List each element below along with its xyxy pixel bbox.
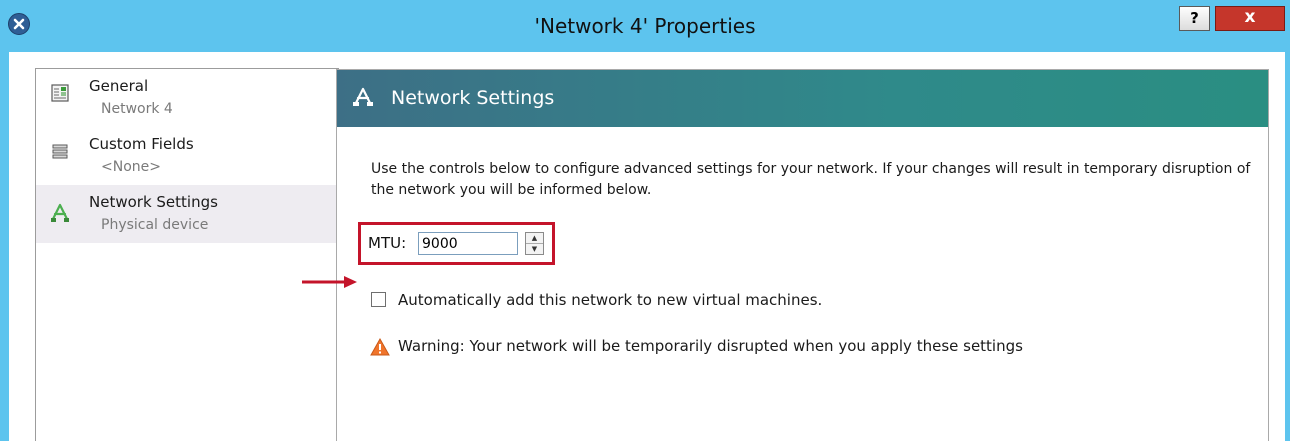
network-icon: [50, 203, 70, 223]
help-button[interactable]: ?: [1179, 6, 1210, 31]
mtu-spinner[interactable]: ▲ ▼: [525, 232, 544, 255]
spinner-down-icon[interactable]: ▼: [526, 244, 543, 254]
nav-item-subtitle: Network 4: [101, 101, 173, 117]
close-button[interactable]: x: [1215, 6, 1285, 31]
network-icon: [352, 87, 374, 107]
description-text: Use the controls below to configure adva…: [371, 161, 1251, 198]
auto-add-checkbox[interactable]: [371, 292, 386, 307]
network-settings-panel: Network Settings Use the controls below …: [336, 69, 1269, 441]
nav-item-subtitle: Physical device: [101, 217, 209, 233]
nav-item-network-settings[interactable]: Network Settings Physical device: [36, 185, 338, 243]
mtu-input[interactable]: [418, 232, 518, 255]
warning-icon: [370, 337, 390, 356]
nav-item-custom-fields[interactable]: Custom Fields <None>: [36, 127, 338, 185]
nav-item-subtitle: <None>: [101, 159, 161, 175]
nav-item-label: Custom Fields: [89, 135, 194, 153]
spinner-up-icon[interactable]: ▲: [526, 233, 543, 244]
nav-item-label: Network Settings: [89, 193, 218, 211]
nav-item-label: General: [89, 77, 149, 95]
title-bar: 'Network 4' Properties ? x: [0, 0, 1290, 52]
warning-text: Warning: Your network will be temporaril…: [398, 337, 1023, 355]
list-icon: [50, 141, 70, 161]
properties-window: 'Network 4' Properties ? x General Netwo…: [0, 0, 1290, 441]
panel-title: Network Settings: [391, 87, 555, 109]
window-title: 'Network 4' Properties: [534, 14, 756, 38]
annotation-arrow-icon: [302, 276, 357, 288]
mtu-label: MTU:: [368, 234, 407, 252]
auto-add-label[interactable]: Automatically add this network to new vi…: [398, 290, 822, 310]
nav-item-general[interactable]: General Network 4: [36, 69, 338, 127]
mtu-highlight-box: MTU: ▲ ▼: [358, 222, 555, 265]
panel-header: Network Settings: [337, 70, 1268, 127]
settings-nav: General Network 4 Custom Fields <None> N…: [35, 68, 339, 441]
general-icon: [50, 83, 70, 103]
dialog-client-area: General Network 4 Custom Fields <None> N…: [9, 52, 1285, 441]
